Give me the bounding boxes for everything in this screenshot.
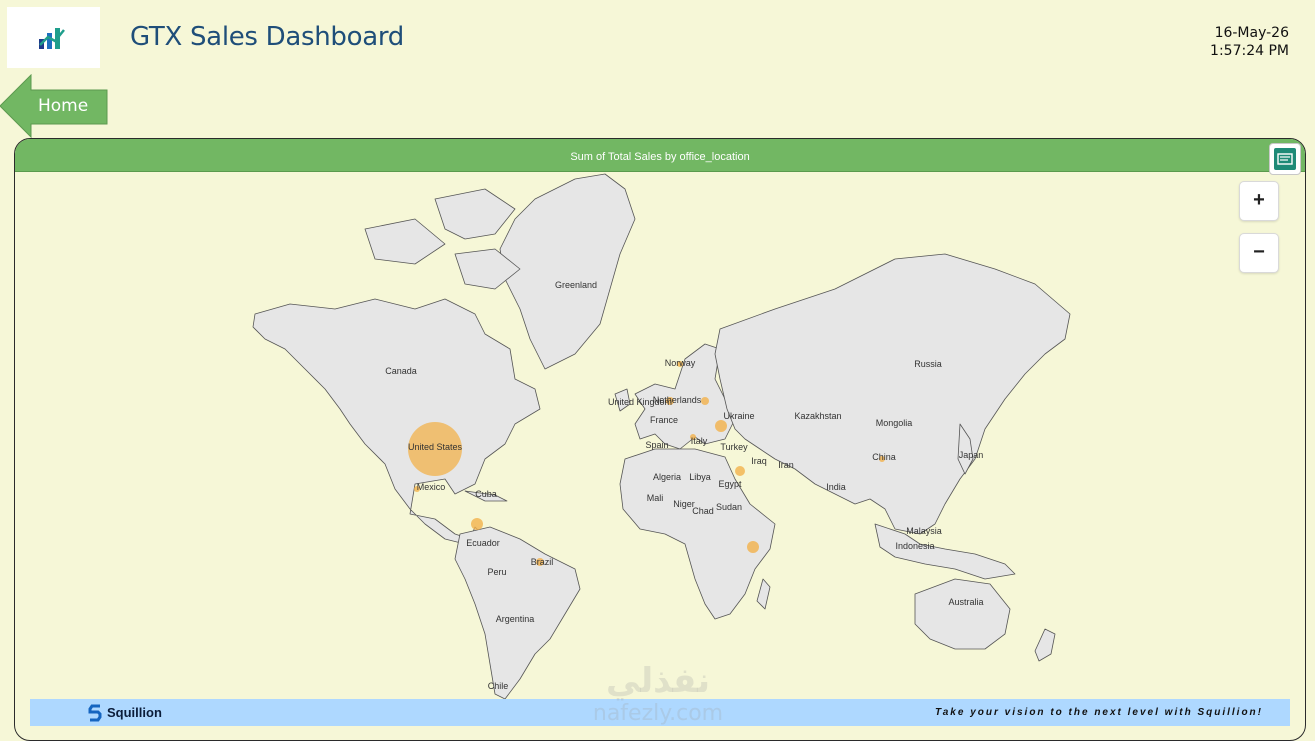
land-russia-asia — [714, 253, 1071, 535]
label-india: India — [826, 482, 846, 492]
label-mali: Mali — [647, 493, 664, 503]
label-kazakhstan: Kazakhstan — [794, 411, 841, 421]
label-mongolia: Mongolia — [876, 418, 913, 428]
label-sudan: Sudan — [716, 502, 742, 512]
label-russia: Russia — [914, 359, 942, 369]
label-argentina: Argentina — [496, 614, 535, 624]
focus-mode-icon[interactable] — [1269, 143, 1301, 175]
page-title: GTX Sales Dashboard — [130, 22, 405, 52]
brand-name: Squillion — [107, 705, 162, 720]
chart-title: Sum of Total Sales by office_location — [570, 151, 750, 163]
map-panel: Greenland Canada United States Mexico Cu… — [14, 138, 1306, 741]
footer-tagline: Take your vision to the next level with … — [935, 707, 1263, 718]
label-cuba: Cuba — [475, 489, 497, 499]
land-canada-archipelago — [364, 188, 521, 290]
label-chile: Chile — [488, 681, 509, 691]
table-view-icon — [1277, 153, 1293, 165]
land-north-america — [252, 298, 541, 550]
label-turkey: Turkey — [720, 442, 748, 452]
label-norway: Norway — [665, 358, 696, 368]
land-new-zealand — [1034, 628, 1056, 662]
land-greenland — [499, 173, 636, 370]
label-iraq: Iraq — [751, 456, 767, 466]
bubble-ukraine — [715, 420, 727, 432]
label-japan: Japan — [959, 450, 984, 460]
squillion-logo-icon — [88, 704, 102, 722]
label-spain: Spain — [645, 440, 668, 450]
bubble-kenya — [747, 541, 759, 553]
label-ukraine: Ukraine — [723, 411, 754, 421]
world-map[interactable]: Greenland Canada United States Mexico Cu… — [15, 139, 1305, 740]
bubble-poland — [701, 397, 709, 405]
zoom-in-button[interactable]: + — [1239, 181, 1279, 221]
label-libya: Libya — [689, 472, 711, 482]
label-united-states: United States — [408, 442, 463, 452]
land-southeast-asia — [874, 523, 1016, 580]
label-algeria: Algeria — [653, 472, 681, 482]
label-mexico: Mexico — [417, 482, 446, 492]
land-madagascar — [756, 578, 771, 610]
home-label: Home — [38, 96, 89, 116]
date-time: 16-May-26 1:57:24 PM — [1210, 24, 1289, 60]
label-iran: Iran — [778, 460, 794, 470]
label-indonesia: Indonesia — [895, 541, 934, 551]
land-south-america — [454, 526, 581, 700]
bubble-turkey — [735, 466, 745, 476]
label-greenland: Greenland — [555, 280, 597, 290]
chart-logo-icon — [39, 28, 65, 49]
chart-header: Sum of Total Sales by office_location — [15, 139, 1305, 172]
footer-banner: Squillion Take your vision to the next l… — [30, 699, 1290, 726]
label-malaysia: Malaysia — [906, 526, 942, 536]
label-ecuador: Ecuador — [466, 538, 500, 548]
bubble-costa-rica — [471, 518, 483, 530]
current-time: 1:57:24 PM — [1210, 43, 1289, 59]
label-italy: Italy — [691, 436, 708, 446]
label-china: China — [872, 452, 896, 462]
label-egypt: Egypt — [718, 479, 742, 489]
company-logo — [7, 7, 100, 68]
label-netherlands: Netherlands — [653, 395, 702, 405]
label-australia: Australia — [948, 597, 983, 607]
label-france: France — [650, 415, 678, 425]
zoom-out-button[interactable]: − — [1239, 233, 1279, 273]
label-chad: Chad — [692, 506, 714, 516]
label-canada: Canada — [385, 366, 417, 376]
land-australia — [914, 578, 1011, 650]
label-brazil: Brazil — [531, 557, 554, 567]
home-button[interactable]: Home — [0, 74, 108, 138]
current-date: 16-May-26 — [1214, 25, 1289, 41]
label-peru: Peru — [487, 567, 506, 577]
